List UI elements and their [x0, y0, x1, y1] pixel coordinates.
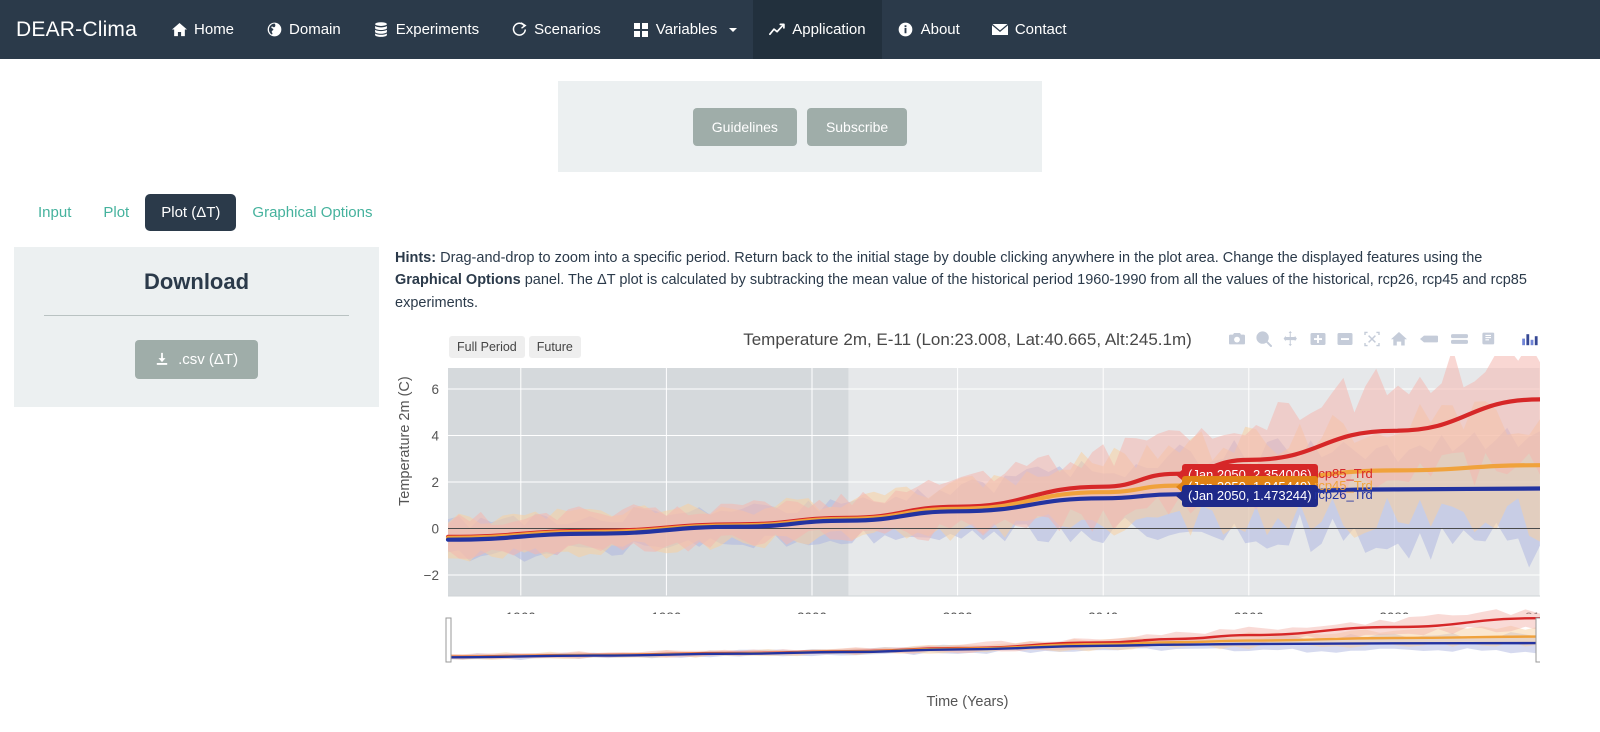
nav-item-application[interactable]: Application — [753, 0, 882, 59]
hints-label: Hints: — [395, 250, 437, 266]
y-tick-label: 4 — [431, 429, 439, 444]
pan-icon[interactable] — [1282, 330, 1300, 348]
info-icon — [898, 22, 914, 38]
y-tick-label: 2 — [431, 475, 439, 490]
tab-plot-t[interactable]: Plot (ΔT) — [145, 194, 237, 231]
zoom-icon[interactable] — [1255, 330, 1273, 348]
tab-label: Plot — [103, 204, 130, 221]
tab-plot[interactable]: Plot — [87, 194, 145, 231]
hover-closest-icon[interactable] — [1417, 330, 1439, 348]
main-column: Hints: Drag-and-drop to zoom into a spec… — [379, 247, 1600, 726]
globe-icon — [266, 22, 282, 38]
rangeslider-handle-right[interactable] — [1535, 617, 1540, 663]
x-axis-label: Time (Years) — [926, 694, 1009, 711]
nav-item-scenarios[interactable]: Scenarios — [495, 0, 617, 59]
nav-item-label: About — [920, 21, 960, 38]
hover-compare-icon[interactable] — [1448, 330, 1470, 348]
y-tick-label: 0 — [431, 522, 439, 537]
tab-label: Input — [38, 204, 72, 221]
top-action-panel: Guidelines Subscribe — [558, 81, 1042, 172]
hints-bold-graphical-options: Graphical Options — [395, 272, 521, 289]
subscribe-button[interactable]: Subscribe — [806, 107, 908, 146]
guidelines-button[interactable]: Guidelines — [692, 107, 797, 146]
page-content: Download .csv (ΔT) Hints: Drag-and-drop … — [0, 231, 1600, 726]
plot-canvas[interactable]: −2024619601980200020202040206020802100 — [395, 356, 1540, 686]
hints-part-1: Drag-and-drop to zoom into a specific pe… — [436, 250, 1483, 266]
tab-input[interactable]: Input — [22, 194, 87, 231]
y-tick-label: 6 — [431, 382, 439, 397]
autoscale-icon[interactable] — [1363, 330, 1381, 348]
top-panel-wrapper: Guidelines Subscribe — [0, 59, 1600, 172]
nav-item-label: Domain — [289, 21, 341, 38]
camera-icon[interactable] — [1228, 330, 1246, 348]
nav-item-label: Contact — [1014, 21, 1067, 38]
hints-part-2: panel. The ΔT plot is calculated by subt… — [395, 272, 1527, 311]
nav-item-experiments[interactable]: Experiments — [357, 0, 495, 59]
chevron-down-icon — [729, 27, 738, 32]
nav-item-label: Experiments — [395, 21, 480, 38]
tab-label: Plot (ΔT) — [161, 204, 221, 221]
range-selector-buttons: Full Period Future — [449, 336, 581, 359]
home-reset-icon[interactable] — [1390, 330, 1408, 348]
brand-logo[interactable]: DEAR-Clima — [0, 0, 155, 59]
range-selector-future[interactable]: Future — [528, 336, 581, 359]
rangeslider-handle-left[interactable] — [445, 617, 452, 663]
download-panel: Download .csv (ΔT) — [14, 247, 379, 407]
tab-graphical-options[interactable]: Graphical Options — [236, 194, 388, 231]
nav-item-variables[interactable]: Variables — [617, 0, 753, 59]
hover-tooltip-series-rcp26_trd: rcp26_Trd — [1314, 486, 1373, 502]
nav-item-label: Scenarios — [534, 21, 601, 38]
grid-icon — [633, 22, 649, 38]
hover-tooltip-value: (Jan 2050, 1.473244) — [1188, 487, 1312, 503]
download-csv-label: .csv (ΔT) — [178, 351, 239, 368]
zoom-in-icon[interactable] — [1309, 330, 1327, 348]
hints-text: Hints: Drag-and-drop to zoom into a spec… — [395, 247, 1540, 314]
chart-line-icon — [769, 22, 785, 38]
database-icon — [373, 22, 389, 38]
tab-label: Graphical Options — [252, 204, 373, 221]
range-selector-full-period[interactable]: Full Period — [449, 336, 525, 359]
nav-item-contact[interactable]: Contact — [976, 0, 1083, 59]
download-panel-title: Download — [143, 269, 250, 294]
nav-item-label: Application — [792, 21, 866, 38]
plotly-logo-icon[interactable] — [1520, 330, 1540, 348]
tab-bar: Input Plot Plot (ΔT) Graphical Options — [0, 194, 1600, 231]
nav-item-label: Variables — [655, 21, 718, 38]
panel-divider — [44, 315, 349, 316]
download-icon — [155, 351, 173, 368]
spike-lines-icon[interactable] — [1479, 330, 1497, 348]
zoom-out-icon[interactable] — [1336, 330, 1354, 348]
hover-tooltip-rcp26_trd: (Jan 2050, 1.473244) — [1176, 484, 1318, 507]
nav-item-about[interactable]: About — [882, 0, 976, 59]
plot-container[interactable]: Full Period Future Temperature 2m, E-11 (… — [395, 326, 1540, 726]
home-icon — [171, 22, 187, 38]
nav-item-home[interactable]: Home — [155, 0, 250, 59]
y-tick-label: −2 — [424, 568, 439, 583]
download-csv-button[interactable]: .csv (ΔT) — [134, 340, 259, 379]
envelope-icon — [991, 22, 1008, 38]
nav-item-domain[interactable]: Domain — [250, 0, 357, 59]
nav-item-label: Home — [194, 21, 235, 38]
plotly-modebar — [1228, 330, 1540, 348]
refresh-icon — [511, 22, 527, 38]
main-navbar: DEAR-Clima Home Domain Experiments Scenario… — [0, 0, 1600, 59]
